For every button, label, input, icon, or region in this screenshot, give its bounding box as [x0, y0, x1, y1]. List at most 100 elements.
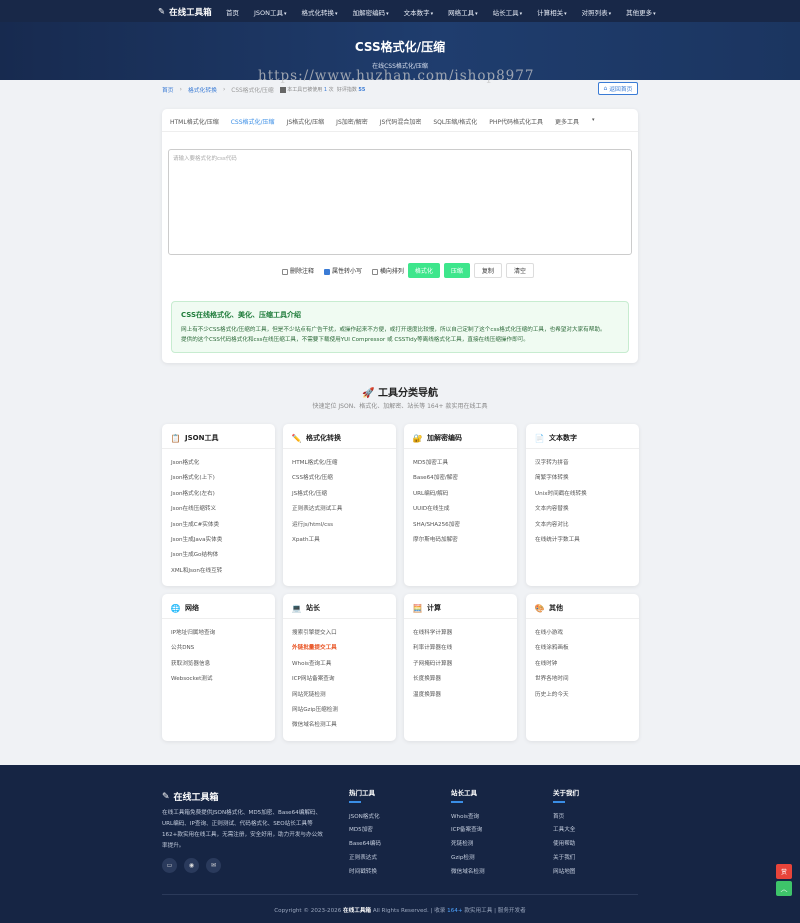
nav-item[interactable]: 其他更多▾	[626, 7, 656, 17]
wechat-icon[interactable]: ▭	[162, 858, 177, 873]
footer-link[interactable]: Gzip检测	[451, 853, 485, 867]
mail-icon[interactable]: ✉	[206, 858, 221, 873]
footer-link[interactable]: 工具大全	[553, 825, 579, 839]
horizontal-checkbox[interactable]: 横向排列	[371, 266, 404, 275]
tool-link[interactable]: 长度换算器	[413, 674, 452, 689]
tool-link[interactable]: 摩尔斯电码加解密	[413, 535, 460, 550]
reward-button[interactable]: 赏	[776, 864, 792, 879]
tool-link[interactable]: 在线小游戏	[535, 628, 569, 643]
clear-button[interactable]: 清空	[505, 263, 534, 278]
tool-tab[interactable]: JS代码混合加密	[380, 117, 422, 132]
tool-link[interactable]: Json生成Java实体类	[171, 535, 222, 550]
copyright-brand[interactable]: 在线工具箱	[343, 908, 371, 914]
tool-link[interactable]: 运行js/html/css	[292, 520, 342, 535]
tool-link[interactable]: 温度换算器	[413, 690, 452, 705]
nav-item[interactable]: JSON工具▾	[254, 7, 287, 17]
tool-link[interactable]: 在线时钟	[535, 659, 569, 674]
footer-link[interactable]: Whois查询	[451, 812, 485, 826]
footer-link[interactable]: JSON格式化	[349, 812, 381, 826]
tool-link[interactable]: Whois查询工具	[292, 659, 338, 674]
tool-tab[interactable]: CSS格式化/压缩	[230, 117, 275, 132]
tool-link[interactable]: Unix时间戳在线转换	[535, 489, 587, 504]
tool-link[interactable]: IP地址归属地查询	[171, 628, 215, 643]
tool-tab[interactable]: JS加密/解密	[336, 117, 368, 132]
tool-link[interactable]: 微信域名检测工具	[292, 720, 338, 735]
tool-link[interactable]: 公共DNS	[171, 643, 215, 658]
tool-link[interactable]: 世界各地时间	[535, 674, 569, 689]
footer-link[interactable]: 网站地图	[553, 867, 579, 881]
nav-item[interactable]: 文本数字▾	[404, 7, 434, 17]
tool-link[interactable]: XML和Json在线互转	[171, 566, 222, 581]
nav-item[interactable]: 计算相关▾	[537, 7, 567, 17]
footer-link[interactable]: 微信域名检测	[451, 867, 485, 881]
footer-link[interactable]: Base64编码	[349, 839, 381, 853]
tool-link[interactable]: UUID在线生成	[413, 504, 460, 519]
tool-link[interactable]: Json生成Go结构体	[171, 550, 222, 565]
tool-link[interactable]: JS格式化/压缩	[292, 489, 342, 504]
tool-link[interactable]: 利率计算器在线	[413, 643, 452, 658]
nav-item[interactable]: 对照列表▾	[582, 7, 612, 17]
tool-tab[interactable]: 更多工具	[555, 117, 579, 132]
back-home-button[interactable]: ⌂ 返回首页	[598, 82, 638, 95]
tool-link[interactable]: SHA/SHA256加密	[413, 520, 460, 535]
tool-link[interactable]: Json在线压缩转义	[171, 504, 222, 519]
css-input-textarea[interactable]: 请输入要格式化的css代码	[168, 149, 632, 255]
footer-link[interactable]: 死链检测	[451, 839, 485, 853]
nav-item[interactable]: 首页	[226, 7, 239, 17]
tool-link[interactable]: 在线科学计算器	[413, 628, 452, 643]
brand-logo[interactable]: ✎ 在线工具箱	[158, 6, 212, 18]
tool-link[interactable]: 网站死链检测	[292, 690, 338, 705]
tool-link[interactable]: Base64加密/解密	[413, 473, 460, 488]
tool-link[interactable]: 子网掩码计算器	[413, 659, 452, 674]
copy-button[interactable]: 复制	[473, 263, 502, 278]
tool-link[interactable]: 在线统计字数工具	[535, 535, 587, 550]
tool-link[interactable]: 搜索引擎提交入口	[292, 628, 338, 643]
lowercase-checkbox[interactable]: 属性转小写	[323, 266, 362, 275]
format-button[interactable]: 格式化	[407, 263, 440, 278]
tool-nav-subtitle: 快速定位 JSON、格式化、加解密、站长等 164+ 款实用在线工具	[312, 403, 488, 410]
tool-link[interactable]: CSS格式化/压缩	[292, 473, 342, 488]
back-to-top-button[interactable]: ︿	[776, 881, 792, 896]
tool-tab[interactable]: HTML格式化/压缩	[170, 117, 219, 132]
footer-link[interactable]: MD5加密	[349, 825, 381, 839]
tool-link[interactable]: Json生成C#实体类	[171, 520, 222, 535]
tool-link[interactable]: URL编码/解码	[413, 489, 460, 504]
tool-link[interactable]: Json格式化	[171, 458, 222, 473]
tool-link[interactable]: Xpath工具	[292, 535, 342, 550]
footer-link[interactable]: 正则表达式	[349, 853, 381, 867]
compress-button[interactable]: 压缩	[443, 263, 470, 278]
tool-link[interactable]: 历史上的今天	[535, 690, 569, 705]
tool-link[interactable]: ICP网站备案查询	[292, 674, 338, 689]
tool-tab[interactable]: SQL压缩/格式化	[433, 117, 477, 132]
tool-link[interactable]: 文本内容对比	[535, 520, 587, 535]
footer-link[interactable]: 首页	[553, 812, 579, 826]
nav-item[interactable]: 加解密编码▾	[353, 7, 389, 17]
page-title: CSS格式化/压缩	[354, 40, 446, 54]
tool-link[interactable]: 网站Gzip压缩检测	[292, 705, 338, 720]
nav-item[interactable]: 网络工具▾	[448, 7, 478, 17]
footer-link[interactable]: 时间戳转换	[349, 867, 381, 881]
tool-link[interactable]: 简繁字体转换	[535, 473, 587, 488]
breadcrumb-home[interactable]: 首页	[162, 85, 174, 94]
tool-link[interactable]: 汉字转为拼音	[535, 458, 587, 473]
chat-icon[interactable]: ◉	[184, 858, 199, 873]
tool-tab[interactable]: PHP代码格式化工具	[489, 117, 543, 132]
tool-link[interactable]: 外链批量提交工具	[292, 643, 338, 658]
tool-link[interactable]: MD5加密工具	[413, 458, 460, 473]
tool-tab[interactable]: JS格式化/压缩	[287, 117, 325, 132]
tool-link[interactable]: Websocket测试	[171, 674, 215, 689]
tool-link[interactable]: 文本内容替换	[535, 504, 587, 519]
tool-link[interactable]: Json格式化(上下)	[171, 473, 222, 488]
footer-link[interactable]: ICP备案查询	[451, 825, 485, 839]
nav-item[interactable]: 站长工具▾	[493, 7, 523, 17]
tool-link[interactable]: 正则表达式测试工具	[292, 504, 342, 519]
tool-link[interactable]: 获取浏览器信息	[171, 659, 215, 674]
nav-item[interactable]: 格式化转换▾	[302, 7, 338, 17]
tool-link[interactable]: HTML格式化/压缩	[292, 458, 342, 473]
breadcrumb-category[interactable]: 格式化转换	[188, 85, 217, 94]
footer-link[interactable]: 使用帮助	[553, 839, 579, 853]
remove-comments-checkbox[interactable]: 删除注释	[282, 266, 314, 275]
tool-link[interactable]: 在线涂鸦画板	[535, 643, 569, 658]
footer-link[interactable]: 关于我们	[553, 853, 579, 867]
tool-link[interactable]: Json格式化(左右)	[171, 489, 222, 504]
